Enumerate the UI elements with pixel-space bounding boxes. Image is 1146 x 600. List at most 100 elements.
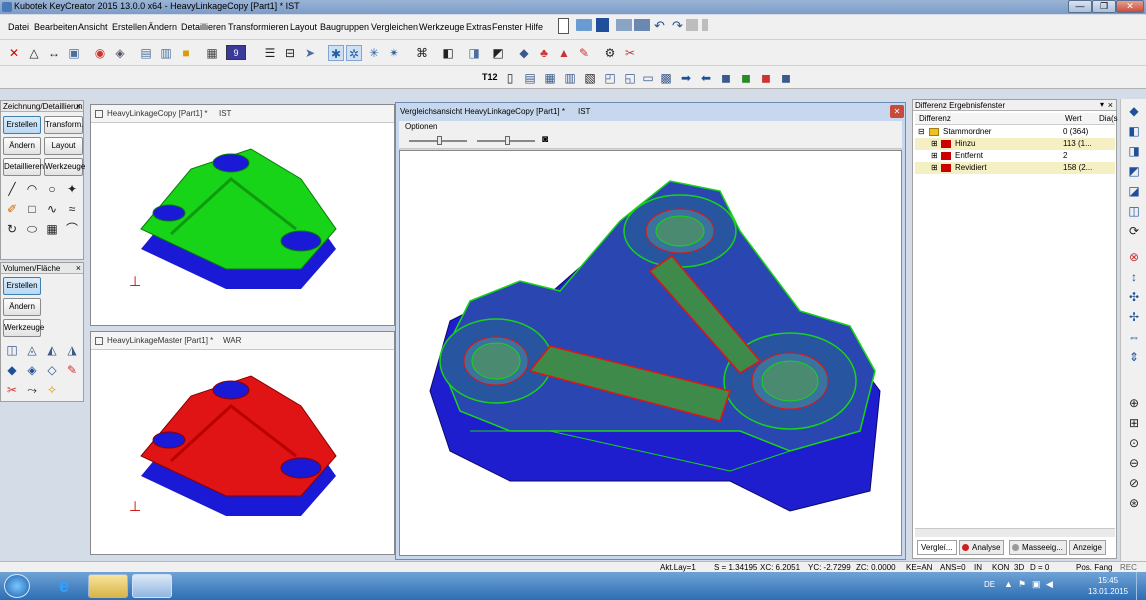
status-rec[interactable]: REC: [1120, 563, 1137, 572]
table-2-icon[interactable]: ▦: [542, 70, 558, 86]
hatch-tool-icon[interactable]: ▦: [44, 221, 60, 237]
diff-hscrollbar[interactable]: [915, 528, 1115, 537]
status-kon[interactable]: KON: [992, 563, 1009, 572]
shade-icon[interactable]: ◈: [112, 45, 128, 61]
detail-button[interactable]: Detaillieren: [3, 158, 44, 176]
rotate-icon[interactable]: ⟳: [1126, 223, 1142, 239]
table-3-icon[interactable]: ▥: [562, 70, 578, 86]
layer-number-box[interactable]: 9: [226, 45, 246, 60]
solid-shell-icon[interactable]: ◈: [24, 362, 40, 378]
arrow-left-icon[interactable]: ⬅: [698, 70, 714, 86]
compare-viewport[interactable]: [399, 150, 902, 556]
layer-2-icon[interactable]: ▥: [158, 45, 174, 61]
tray-network-icon[interactable]: ▣: [1032, 579, 1041, 590]
triangle-icon[interactable]: △: [26, 45, 42, 61]
tree-row-root[interactable]: ⊟ Stammordner 0 (364): [915, 126, 1115, 138]
menu-aendern[interactable]: Ändern: [148, 22, 177, 32]
camera-icon[interactable]: ◙: [542, 134, 548, 145]
view-iso-icon[interactable]: ◆: [1126, 103, 1142, 119]
doc-icon[interactable]: ▯: [502, 70, 518, 86]
spline-tool-icon[interactable]: ∿: [44, 201, 60, 217]
circle-tool-icon[interactable]: ○: [44, 181, 60, 197]
internet-explorer-icon[interactable]: e: [44, 574, 84, 598]
solid-ext-icon[interactable]: ◭: [44, 342, 60, 358]
t12-label[interactable]: T12: [482, 72, 498, 82]
list-icon[interactable]: ☰: [262, 45, 278, 61]
zoom-all-icon[interactable]: ⊕: [1126, 395, 1142, 411]
compare-window-close[interactable]: ✕: [890, 105, 904, 118]
filter-icon[interactable]: ⌘: [414, 45, 430, 61]
copy-icon[interactable]: [686, 19, 698, 31]
slider-2-thumb[interactable]: [505, 136, 510, 145]
col-differenz[interactable]: Differenz: [919, 114, 951, 123]
diff-panel-pin[interactable]: ▾: [1100, 100, 1104, 109]
menu-fenster[interactable]: Fenster: [492, 22, 523, 32]
view-front-icon[interactable]: ◨: [1126, 143, 1142, 159]
slider-1-thumb[interactable]: [437, 136, 442, 145]
diff-1-icon[interactable]: ◼: [718, 70, 734, 86]
snap-1-icon[interactable]: ✱: [328, 45, 344, 61]
solid-rev-icon[interactable]: ◮: [64, 342, 80, 358]
view-right-icon[interactable]: ◩: [1126, 163, 1142, 179]
pan-1-icon[interactable]: ↕: [1126, 269, 1142, 285]
tray-volume-icon[interactable]: ◀: [1046, 579, 1053, 590]
select-icon[interactable]: ◧: [440, 45, 456, 61]
clock-time[interactable]: 15:45: [1098, 576, 1118, 585]
render-icon[interactable]: ◉: [92, 45, 108, 61]
diff-2-icon[interactable]: ◼: [738, 70, 754, 86]
solid-panel-close[interactable]: ×: [76, 263, 81, 273]
tools-button[interactable]: Werkzeuge: [44, 158, 85, 176]
point-icon[interactable]: ✕: [6, 45, 22, 61]
solid-box-icon[interactable]: ◫: [4, 342, 20, 358]
keycreator-taskbar-icon[interactable]: [132, 574, 172, 598]
curve-tool-icon[interactable]: ↻: [4, 221, 20, 237]
table-4-icon[interactable]: ▧: [582, 70, 598, 86]
rect-tool-icon[interactable]: □: [24, 201, 40, 217]
clock-date[interactable]: 13.01.2015: [1088, 587, 1128, 596]
feature-6-icon[interactable]: ✂: [622, 45, 638, 61]
view-left-icon[interactable]: ◪: [1126, 183, 1142, 199]
new-file-icon[interactable]: [558, 18, 569, 34]
arc-tool-icon[interactable]: ◠: [24, 181, 40, 197]
tab-analyse[interactable]: Analyse: [959, 540, 1005, 555]
grid-icon[interactable]: ▩: [658, 70, 674, 86]
box-icon[interactable]: ▣: [66, 45, 82, 61]
solid-cyl-icon[interactable]: ◬: [24, 342, 40, 358]
menu-transformieren[interactable]: Transformieren: [228, 22, 289, 32]
start-button[interactable]: [4, 574, 30, 598]
tree-row-revised[interactable]: ⊞ Revidiert 158 (2...: [915, 162, 1115, 174]
status-ans[interactable]: ANS=0: [940, 563, 966, 572]
view-icon[interactable]: ▦: [204, 45, 220, 61]
snap-3-icon[interactable]: ✳: [366, 45, 382, 61]
menu-erstellen[interactable]: Erstellen: [112, 22, 147, 32]
solid-split-icon[interactable]: ✂: [4, 382, 20, 398]
undo-icon[interactable]: ↶: [654, 18, 670, 34]
col-dia[interactable]: Dia(s: [1099, 114, 1118, 123]
tree-icon[interactable]: ⊟: [282, 45, 298, 61]
diff-3-icon[interactable]: ◼: [758, 70, 774, 86]
tree-row-added[interactable]: ⊞ Hinzu 113 (1...: [915, 138, 1115, 150]
menu-hilfe[interactable]: Hilfe: [525, 22, 543, 32]
menu-baugruppen[interactable]: Baugruppen: [320, 22, 369, 32]
options-menu[interactable]: Optionen: [405, 122, 437, 131]
layer-icon[interactable]: ▤: [138, 45, 154, 61]
view-top-icon[interactable]: ◧: [1126, 123, 1142, 139]
tray-arrow-icon[interactable]: ▲: [1004, 579, 1013, 589]
tree-row-removed[interactable]: ⊞ Entfernt 2: [915, 150, 1115, 162]
close-button[interactable]: ✕: [1116, 0, 1144, 13]
feature-1-icon[interactable]: ◆: [516, 45, 532, 61]
zoom-prev-icon[interactable]: ⊘: [1126, 475, 1142, 491]
menu-detaillieren[interactable]: Detaillieren: [181, 22, 226, 32]
save-icon[interactable]: [596, 18, 609, 32]
toggle-icon[interactable]: ⊟: [918, 126, 925, 138]
wave-tool-icon[interactable]: ≈: [64, 201, 80, 217]
print-icon[interactable]: [616, 19, 632, 31]
col-wert[interactable]: Wert: [1065, 114, 1082, 123]
diff-panel-close[interactable]: ×: [1108, 100, 1113, 110]
feature-4-icon[interactable]: ✎: [576, 45, 592, 61]
solid-tools-button[interactable]: Werkzeuge: [3, 319, 44, 337]
ellipse-tool-icon[interactable]: ⬭: [24, 221, 40, 237]
zoom-window-icon[interactable]: ⊞: [1126, 415, 1142, 431]
pan-4-icon[interactable]: ⇔: [1126, 329, 1142, 345]
drawing-panel-close[interactable]: ×: [76, 101, 81, 111]
